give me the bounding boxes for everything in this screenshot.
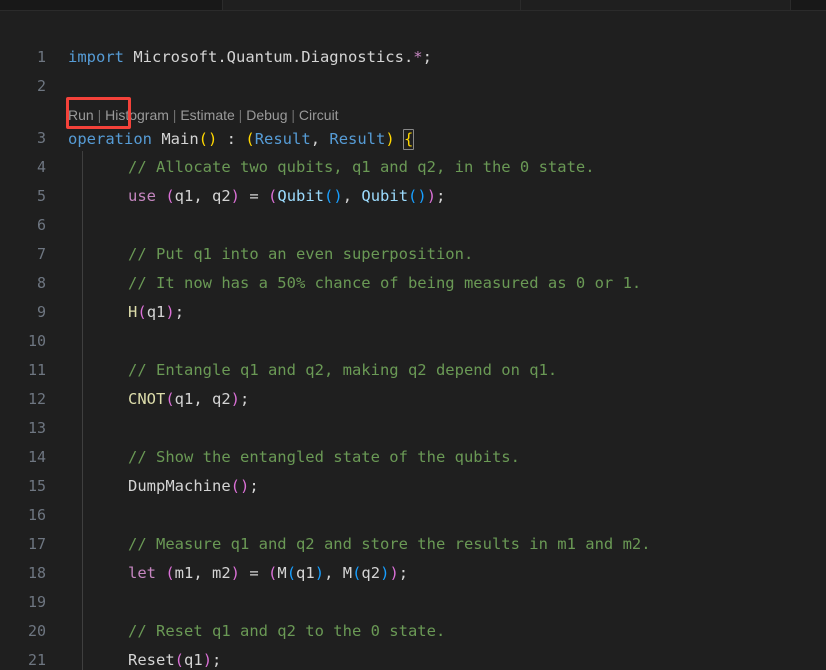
token-semicolon: ; xyxy=(249,477,258,495)
token-type-result-1: Result xyxy=(255,130,311,148)
code-line-5: use (q1, q2) = (Qubit(), Qubit()); xyxy=(68,187,445,206)
token-paren-empty: () xyxy=(324,187,343,205)
code-line-18: let (m1, m2) = (M(q1), M(q2)); xyxy=(68,564,408,583)
codelens-separator: | xyxy=(235,107,246,123)
code-line-7: // Put q1 into an even superposition. xyxy=(68,245,473,264)
token-function-h: H xyxy=(128,303,137,321)
code-editor[interactable]: 1 2 3 4 5 6 7 8 9 10 11 12 13 14 15 16 1… xyxy=(0,11,826,670)
codelens-circuit[interactable]: Circuit xyxy=(299,107,339,123)
token-paren-close: ) xyxy=(231,564,240,582)
vscode-window: 1 2 3 4 5 6 7 8 9 10 11 12 13 14 15 16 1… xyxy=(0,0,826,670)
token-keyword-import: import xyxy=(68,48,124,66)
token-semicolon: ; xyxy=(436,187,445,205)
token-paren-open: ( xyxy=(245,130,254,148)
code-line-21: Reset(q1); xyxy=(68,651,221,670)
token-argument: q1 xyxy=(184,651,203,669)
token-comma: , xyxy=(343,187,362,205)
token-keyword-operation: operation xyxy=(68,130,152,148)
token-argument: q1 xyxy=(296,564,315,582)
token-semicolon: ; xyxy=(399,564,408,582)
codelens-estimate[interactable]: Estimate xyxy=(180,107,234,123)
token-paren-close: ) xyxy=(231,187,240,205)
token-qubit-vars: q1, q2 xyxy=(175,187,231,205)
token-paren-open: ( xyxy=(137,303,146,321)
token-paren-open: ( xyxy=(175,651,184,669)
codelens-run[interactable]: Run xyxy=(68,107,94,123)
token-semicolon: ; xyxy=(240,390,249,408)
token-argument: q2 xyxy=(361,564,380,582)
code-line-20: // Reset q1 and q2 to the 0 state. xyxy=(68,622,445,641)
token-paren-close: ) xyxy=(240,477,249,495)
token-paren-open: ( xyxy=(268,187,277,205)
token-paren-open: ( xyxy=(165,390,174,408)
codelens-separator: | xyxy=(94,107,105,123)
token-function-reset: Reset xyxy=(128,651,175,669)
code-line-15: DumpMachine(); xyxy=(68,477,259,496)
token-semicolon: ; xyxy=(423,48,432,66)
token-comment: // Allocate two qubits, q1 and q2, in th… xyxy=(128,158,595,176)
token-operation-name: Main xyxy=(152,130,199,148)
token-comma: , xyxy=(311,130,330,148)
token-paren-open: ( xyxy=(156,187,175,205)
token-paren-close: ) xyxy=(427,187,436,205)
token-comment: // Show the entangled state of the qubit… xyxy=(128,448,520,466)
code-line-8: // It now has a 50% chance of being meas… xyxy=(68,274,641,293)
code-line-4: // Allocate two qubits, q1 and q2, in th… xyxy=(68,158,595,177)
codelens-debug[interactable]: Debug xyxy=(246,107,287,123)
code-content[interactable]: import Microsoft.Quantum.Diagnostics.*; … xyxy=(0,11,826,670)
token-paren-close: ) xyxy=(203,651,212,669)
token-paren-close: ) xyxy=(389,564,398,582)
token-paren-open: ( xyxy=(231,477,240,495)
codelens-histogram[interactable]: Histogram xyxy=(105,107,169,123)
codelens-separator: | xyxy=(287,107,298,123)
code-line-9: H(q1); xyxy=(68,303,184,322)
token-qubit-ctor-1: Qubit xyxy=(277,187,324,205)
code-line-11: // Entangle q1 and q2, making q2 depend … xyxy=(68,361,557,380)
code-line-12: CNOT(q1, q2); xyxy=(68,390,249,409)
token-comment: // Entangle q1 and q2, making q2 depend … xyxy=(128,361,557,379)
token-type-result-2: Result xyxy=(329,130,385,148)
token-assign: = xyxy=(240,564,268,582)
token-semicolon: ; xyxy=(175,303,184,321)
token-argument: q1 xyxy=(147,303,166,321)
token-module-path: Microsoft.Quantum.Diagnostics. xyxy=(124,48,413,66)
code-line-1: import Microsoft.Quantum.Diagnostics.*; xyxy=(68,48,432,67)
token-function-dumpmachine: DumpMachine xyxy=(128,477,231,495)
token-paren-close: ) xyxy=(315,564,324,582)
token-assign: = xyxy=(240,187,268,205)
token-brace-open-matched: { xyxy=(403,129,414,150)
editor-tab-strip xyxy=(0,0,826,11)
token-arguments: q1, q2 xyxy=(175,390,231,408)
token-keyword-let: let xyxy=(128,564,156,582)
token-paren-open: ( xyxy=(156,564,175,582)
token-semicolon: ; xyxy=(212,651,221,669)
token-comment: // Put q1 into an even superposition. xyxy=(128,245,473,263)
token-paren-open: ( xyxy=(268,564,277,582)
token-paren-open: ( xyxy=(287,564,296,582)
code-line-17: // Measure q1 and q2 and store the resul… xyxy=(68,535,651,554)
codelens-separator: | xyxy=(169,107,180,123)
token-paren-close: ) xyxy=(231,390,240,408)
token-paren-empty: () xyxy=(199,130,218,148)
token-comma: , xyxy=(324,564,343,582)
token-colon: : xyxy=(217,130,245,148)
token-function-m-1: M xyxy=(277,564,286,582)
token-result-vars: m1, m2 xyxy=(175,564,231,582)
token-paren-empty: () xyxy=(408,187,427,205)
token-paren-close: ) xyxy=(385,130,394,148)
token-comment: // Measure q1 and q2 and store the resul… xyxy=(128,535,651,553)
token-paren-close: ) xyxy=(165,303,174,321)
token-keyword-use: use xyxy=(128,187,156,205)
token-comment: // It now has a 50% chance of being meas… xyxy=(128,274,641,292)
token-qubit-ctor-2: Qubit xyxy=(361,187,408,205)
code-line-3: operation Main() : (Result, Result) { xyxy=(68,129,413,150)
token-function-m-2: M xyxy=(343,564,352,582)
code-line-14: // Show the entangled state of the qubit… xyxy=(68,448,520,467)
codelens-bar[interactable]: Run | Histogram | Estimate | Debug | Cir… xyxy=(68,107,339,124)
token-comment: // Reset q1 and q2 to the 0 state. xyxy=(128,622,445,640)
token-function-cnot: CNOT xyxy=(128,390,165,408)
token-wildcard: * xyxy=(413,48,422,66)
